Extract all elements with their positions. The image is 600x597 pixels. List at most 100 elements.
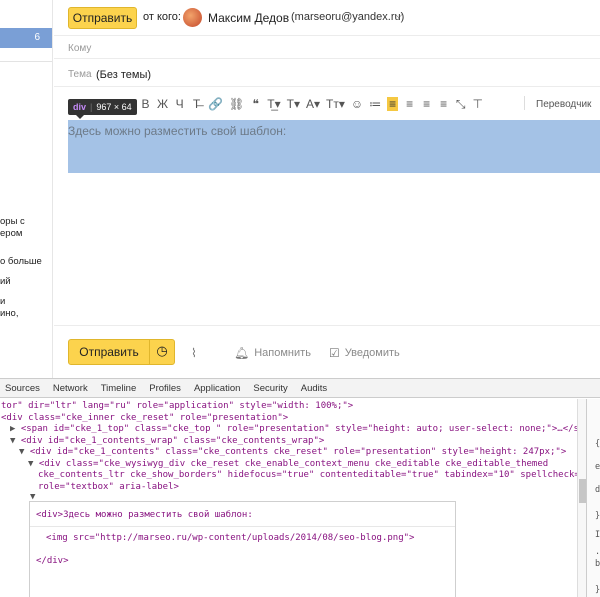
align-right-icon[interactable]: ≡ — [421, 97, 432, 111]
align-left-icon[interactable]: ≡ — [387, 97, 399, 111]
editor-text: Здесь можно разместить свой шаблон: — [68, 124, 287, 138]
popup-line: <div>Здесь можно разместить свой шаблон: — [36, 510, 253, 520]
message-snippet[interactable]: ий — [0, 276, 11, 288]
tab-sources[interactable]: Sources — [5, 383, 40, 394]
field-divider — [54, 86, 600, 87]
dom-node-text: <div id="cke_1_contents" class="cke_cont… — [29, 447, 567, 457]
unread-count-badge: 6 — [34, 32, 40, 43]
underline-icon[interactable]: Ч — [174, 97, 185, 111]
tab-audits[interactable]: Audits — [301, 383, 327, 394]
sidebar-item-inbox[interactable]: 6 — [0, 28, 52, 48]
dom-node-line[interactable]: ▼ <div class="cke_wysiwyg_div cke_reset … — [28, 459, 548, 471]
remind-label: Напомнить — [254, 347, 311, 359]
translator-button[interactable]: Переводчик — [536, 99, 591, 110]
attach-button[interactable]: ⌇ — [191, 346, 197, 360]
format-toolbar: B Ж Ч Т̶ 🔗 ⛓ ❝ Т̲▾ Т▾ А▾ Тт▾ ☺ ≔ ≡ ≡ ≡ ≡… — [140, 95, 483, 113]
field-divider — [54, 35, 600, 36]
expand-triangle-icon[interactable]: ▼ — [28, 459, 39, 469]
notify-button[interactable]: ☑ Уведомить — [329, 346, 400, 360]
dom-node-line[interactable]: role="textbox" aria-label> — [38, 482, 179, 494]
dom-node-text: <span id="cke_1_top" class="cke_top " ro… — [20, 424, 585, 434]
notify-label: Уведомить — [344, 347, 400, 359]
font-size-icon[interactable]: Тт▾ — [326, 97, 345, 111]
popup-line: </div> — [36, 556, 69, 566]
tab-profiles[interactable]: Profiles — [149, 383, 181, 394]
style-rule-fragment: { — [595, 439, 600, 449]
expand-triangle-icon[interactable]: ▼ — [10, 436, 21, 446]
subject-input[interactable]: (Без темы) — [96, 69, 151, 81]
sender-name: Максим Дедов — [208, 11, 290, 25]
tab-network[interactable]: Network — [53, 383, 88, 394]
popup-divider — [30, 526, 455, 527]
avatar — [183, 8, 202, 27]
quote-icon[interactable]: ❝ — [250, 97, 261, 111]
font-icon[interactable]: А▾ — [306, 97, 320, 111]
emoji-icon[interactable]: ☺ — [351, 97, 363, 111]
dom-node-text: role="textbox" aria-label> — [38, 482, 179, 492]
dom-node-line[interactable]: ▶ <span id="cke_1_top" class="cke_top " … — [10, 424, 585, 436]
fullscreen-icon[interactable]: ⤡ — [455, 97, 466, 112]
style-rule-fragment: d — [595, 485, 600, 495]
background-color-icon[interactable]: Т▾ — [287, 97, 300, 111]
collapsed-triangle-icon[interactable]: ▶ — [10, 424, 21, 434]
italic-icon[interactable]: Ж — [157, 97, 168, 111]
expand-triangle-icon[interactable]: ▼ — [19, 447, 30, 457]
dom-scrollbar[interactable] — [577, 399, 586, 597]
dom-node-line[interactable]: ▼ <div id="cke_1_contents_wrap" class="c… — [10, 436, 324, 448]
style-rule-fragment: . — [595, 547, 600, 557]
dom-node-text: <div class="cke_wysiwyg_div cke_reset ck… — [38, 459, 549, 469]
align-justify-icon[interactable]: ≡ — [438, 97, 449, 111]
unlink-icon[interactable]: ⛓ — [229, 97, 244, 111]
sidebar-divider — [0, 61, 52, 62]
message-snippet[interactable]: ино, — [0, 308, 18, 320]
devtools-panel: Sources Network Timeline Profiles Applic… — [0, 378, 600, 597]
style-rule-fragment: } — [595, 511, 600, 521]
chevron-down-icon[interactable]: ⌵ — [395, 10, 403, 21]
edit-as-html-box[interactable]: <div>Здесь можно разместить свой шаблон:… — [29, 501, 456, 597]
message-snippet[interactable]: оры с — [0, 216, 25, 228]
style-rule-fragment: } — [595, 585, 600, 595]
bold-icon[interactable]: B — [140, 97, 151, 111]
dom-node-line[interactable]: cke_contents_ltr cke_show_borders" hidef… — [38, 470, 585, 482]
tab-security[interactable]: Security — [253, 383, 287, 394]
dom-node-line[interactable]: ▼ <div id="cke_1_contents" class="cke_co… — [19, 447, 566, 459]
strikethrough-icon[interactable]: Т̶ — [191, 97, 202, 111]
devtools-tabs: Sources Network Timeline Profiles Applic… — [0, 379, 600, 398]
send-button[interactable]: Отправить — [68, 339, 150, 365]
dom-node-text: tor" dir="ltr" lang="ru" role="applicati… — [1, 401, 354, 411]
style-rule-fragment: Ir — [595, 530, 600, 540]
tab-application[interactable]: Application — [194, 383, 240, 394]
to-field[interactable]: Кому — [68, 43, 91, 54]
style-rule-fragment: b — [595, 559, 600, 569]
editor-body[interactable]: Здесь можно разместить свой шаблон: — [68, 120, 600, 173]
checkbox-icon: ☑ — [329, 346, 340, 360]
dom-node-line[interactable]: <div class="cke_inner cke_reset" role="p… — [1, 413, 288, 425]
clear-format-icon[interactable]: ⊤ — [472, 97, 483, 111]
popup-line: <img src="http://marseo.ru/wp-content/up… — [46, 533, 415, 543]
align-center-icon[interactable]: ≡ — [404, 97, 415, 111]
tooltip-tag: div — [73, 102, 87, 112]
link-icon[interactable]: 🔗 — [208, 97, 223, 111]
send-top-button[interactable]: Отправить — [68, 7, 137, 29]
tab-timeline[interactable]: Timeline — [101, 383, 137, 394]
message-snippet[interactable]: и — [0, 296, 5, 308]
remind-button[interactable]: 🔔︎ Напомнить — [234, 346, 311, 360]
dom-node-line[interactable]: tor" dir="ltr" lang="ru" role="applicati… — [1, 401, 353, 413]
dom-node-text: <div class="cke_inner cke_reset" role="p… — [1, 413, 289, 423]
sender-email-select[interactable]: (marseoru@yandex.ru) — [291, 11, 404, 23]
text-color-icon[interactable]: Т̲▾ — [267, 97, 280, 111]
toolbar-divider — [524, 96, 525, 110]
tooltip-size: 967 × 64 — [96, 102, 132, 112]
field-divider — [54, 58, 600, 59]
dom-node-text: <div id="cke_1_contents_wrap" class="cke… — [20, 436, 325, 446]
from-label: от кого: — [143, 11, 181, 23]
element-hover-tooltip: div | 967 × 64 — [68, 99, 137, 119]
compose-form: Отправить от кого: Максим Дедов (marseor… — [54, 0, 600, 378]
bottom-divider — [54, 325, 600, 326]
list-icon[interactable]: ≔ — [369, 97, 381, 111]
message-snippet[interactable]: о больше — [0, 256, 42, 268]
clock-icon[interactable]: ◷ — [149, 339, 175, 365]
message-snippet[interactable]: ером — [0, 228, 22, 240]
scrollbar-thumb[interactable] — [579, 479, 586, 503]
dom-node-text: cke_contents_ltr cke_show_borders" hidef… — [38, 470, 585, 480]
